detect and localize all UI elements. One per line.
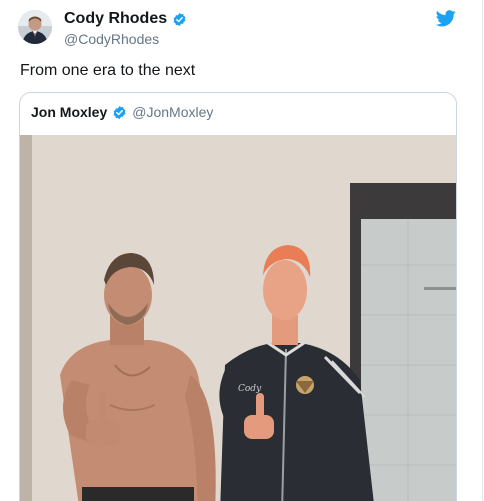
quoted-tweet[interactable]: Jon Moxley @JonMoxley Cody — [19, 92, 457, 501]
quoted-tweet-photo[interactable]: Cody — [20, 135, 456, 501]
author-avatar[interactable] — [18, 10, 52, 44]
tweet-text: From one era to the next — [20, 62, 196, 79]
tweet-card: Cody Rhodes @CodyRhodes From one era to … — [0, 0, 483, 501]
author-handle[interactable]: @CodyRhodes — [64, 31, 159, 47]
jacket-text: Cody — [238, 384, 262, 394]
quoted-author-handle[interactable]: @JonMoxley — [132, 104, 213, 120]
quoted-tweet-header: Jon Moxley @JonMoxley — [31, 104, 213, 120]
author-name-text[interactable]: Cody Rhodes — [64, 10, 167, 28]
author-display-name[interactable]: Cody Rhodes — [64, 10, 187, 28]
verified-badge-icon — [113, 105, 126, 119]
quoted-author-name[interactable]: Jon Moxley — [31, 104, 107, 120]
twitter-bird-icon[interactable] — [436, 10, 456, 27]
verified-badge-icon — [173, 12, 186, 26]
